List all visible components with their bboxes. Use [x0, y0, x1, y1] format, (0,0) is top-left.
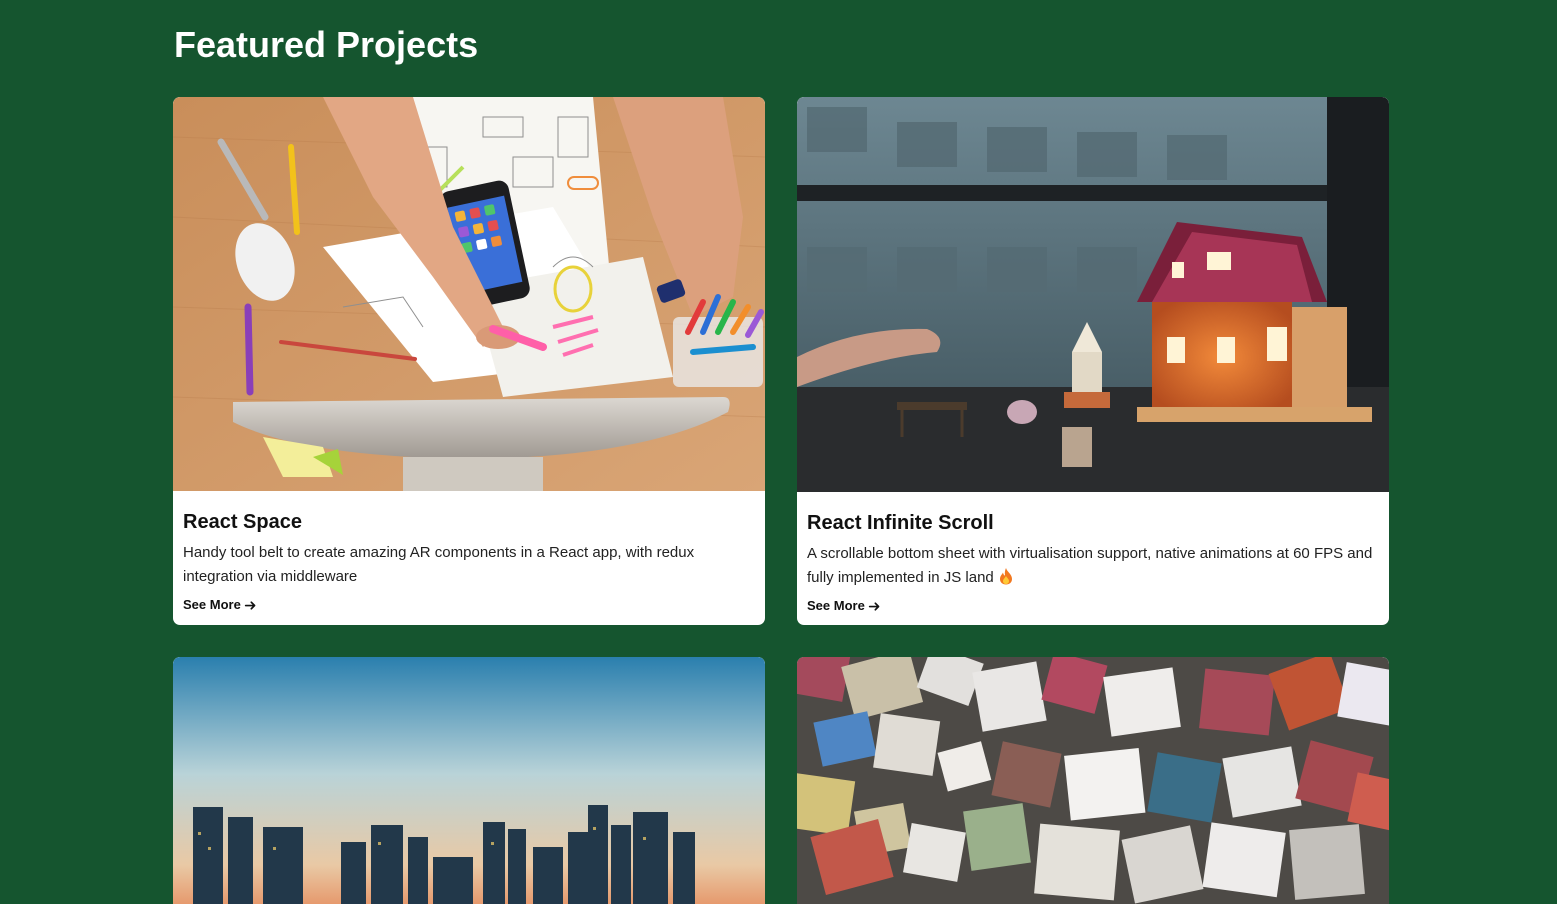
city-skyline-photo — [173, 657, 765, 904]
see-more-link[interactable]: See More — [807, 597, 881, 615]
project-title: React Space — [183, 511, 302, 533]
project-description: Handy tool belt to create amazing AR com… — [183, 544, 695, 585]
workspace-desk-photo — [173, 97, 765, 491]
see-more-label: See More — [183, 597, 241, 612]
featured-projects-section: Featured Projects React Space Handy tool… — [0, 0, 1557, 904]
project-card-4 — [797, 657, 1389, 904]
project-title: React Infinite Scroll — [807, 512, 994, 534]
colored-bricks-photo — [797, 657, 1389, 904]
see-more-link[interactable]: See More — [183, 596, 257, 614]
arrow-right-icon — [244, 600, 256, 610]
project-card-3 — [173, 657, 765, 904]
fire-icon — [998, 567, 1014, 593]
arrow-right-icon — [868, 601, 880, 611]
project-description-text: A scrollable bottom sheet with virtualis… — [807, 545, 1373, 586]
see-more-label: See More — [807, 598, 865, 613]
project-card-react-space: React Space Handy tool belt to create am… — [173, 97, 765, 625]
project-description: A scrollable bottom sheet with virtualis… — [807, 542, 1382, 593]
section-title: Featured Projects — [174, 24, 479, 65]
dollhouse-photo — [797, 97, 1389, 492]
project-card-react-infinite-scroll: React Infinite Scroll A scrollable botto… — [797, 97, 1389, 625]
